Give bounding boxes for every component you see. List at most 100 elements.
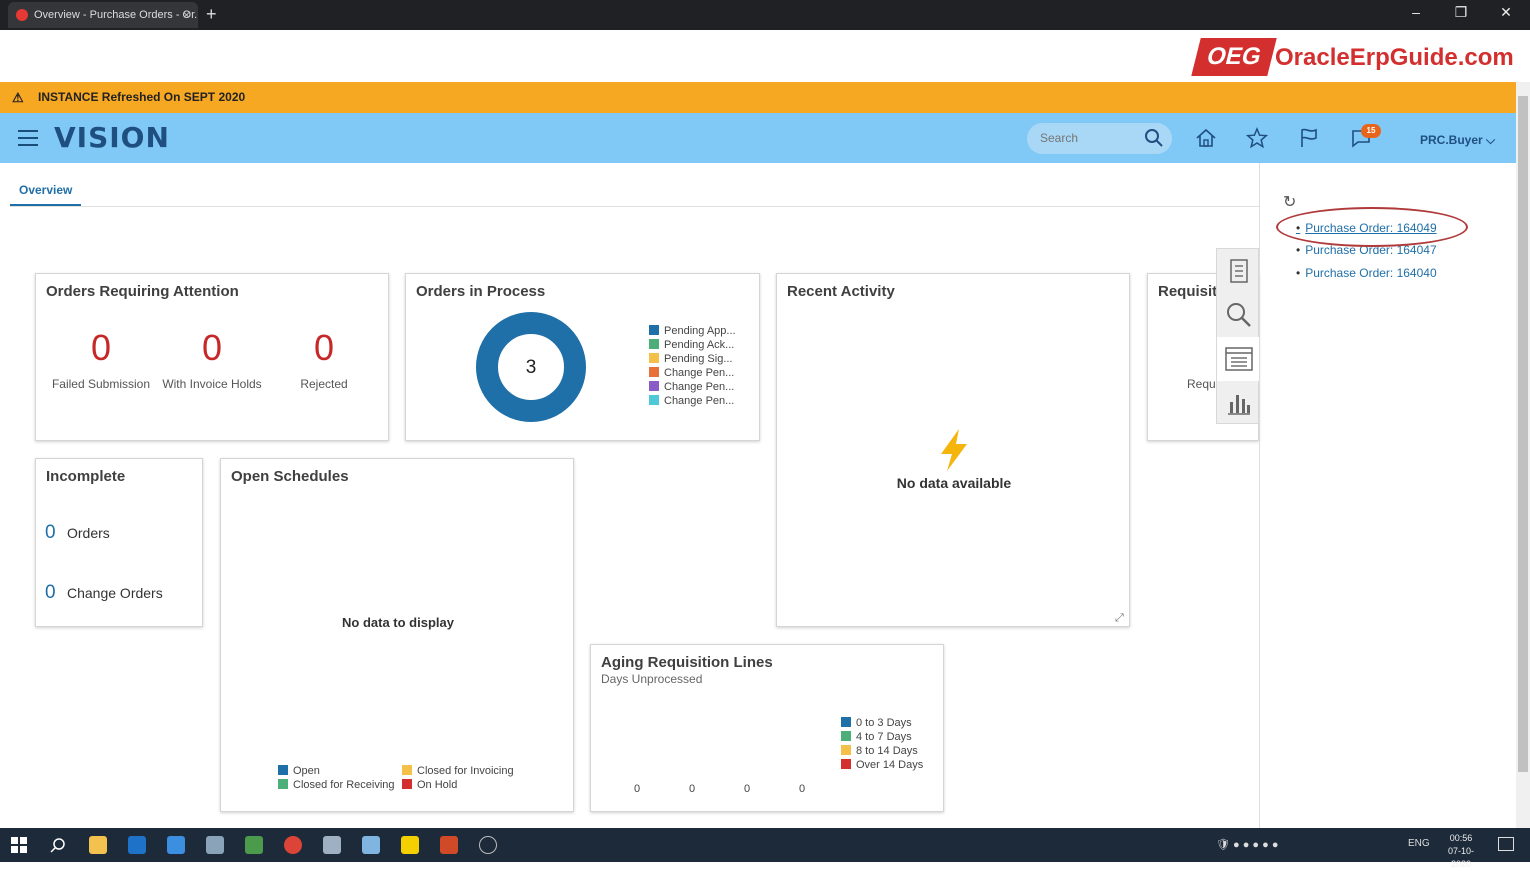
favorites-star-icon[interactable] xyxy=(1246,127,1268,149)
card-title: Incomplete xyxy=(46,468,126,485)
incomplete-change-orders-label: Change Orders xyxy=(67,585,163,601)
no-data-message: No data to display xyxy=(342,615,454,630)
system-tray-icons[interactable]: 🛡 ● ● ● ● ● xyxy=(1216,838,1278,851)
legend-item: Open xyxy=(278,765,320,777)
sticky-notes-icon[interactable] xyxy=(401,836,419,854)
menu-hamburger-icon[interactable] xyxy=(18,130,38,146)
watermark-site: OracleErpGuide.com xyxy=(1275,44,1514,71)
notepad-icon[interactable] xyxy=(245,836,263,854)
legend-item: 8 to 14 Days xyxy=(841,745,918,757)
app-icon[interactable] xyxy=(206,836,224,854)
card-title: Orders in Process xyxy=(416,283,546,300)
recent-item-link[interactable]: Purchase Order: 164040 xyxy=(1296,266,1436,280)
orders-donut-chart[interactable]: 3 xyxy=(476,312,586,422)
incomplete-change-orders-count[interactable]: 0 xyxy=(45,582,56,604)
tab-overview[interactable]: Overview xyxy=(10,175,81,207)
outlook-icon[interactable] xyxy=(128,836,146,854)
legend-item: Pending Ack... xyxy=(649,339,734,351)
card-title: Requisit xyxy=(1158,283,1218,300)
windows-taskbar: 🛡 ● ● ● ● ● ENG 00:56 07-10-2020 xyxy=(0,828,1530,869)
app-header: VISION 15 PRC.Buyer ⌵ xyxy=(0,113,1516,163)
card-title: Orders Requiring Attention xyxy=(46,283,239,300)
bar-chart-icon[interactable] xyxy=(1217,381,1260,425)
watermark-banner: OEG OracleErpGuide.com xyxy=(0,30,1530,82)
clock-time: 00:56 xyxy=(1449,833,1473,843)
open-schedules-card[interactable]: Open Schedules No data to display Open C… xyxy=(220,458,574,812)
windows-start-icon[interactable] xyxy=(11,837,27,853)
orders-requiring-attention-card[interactable]: Orders Requiring Attention 0 Failed Subm… xyxy=(35,273,389,441)
notice-text: INSTANCE Refreshed On SEPT 2020 xyxy=(38,90,246,104)
scrollbar-thumb[interactable] xyxy=(1518,96,1528,772)
language-indicator[interactable]: ENG xyxy=(1408,838,1430,849)
user-name: PRC.Buyer xyxy=(1420,133,1483,147)
incomplete-orders-count[interactable]: 0 xyxy=(45,522,56,544)
requisitions-label: Requ xyxy=(1187,377,1216,391)
app-icon[interactable] xyxy=(323,836,341,854)
browser-titlebar: Overview - Purchase Orders - Or... × + –… xyxy=(0,0,1530,30)
app-icon[interactable] xyxy=(362,836,380,854)
aging-value: 0 xyxy=(744,783,751,795)
file-explorer-icon[interactable] xyxy=(89,836,107,854)
tab-close-icon[interactable]: × xyxy=(183,2,190,28)
orders-in-process-card[interactable]: Orders in Process 3 Pending App... Pendi… xyxy=(405,273,760,441)
invoice-holds-label: With Invoice Holds xyxy=(162,377,262,391)
warning-icon: ⚠ xyxy=(12,90,24,105)
legend-item: Closed for Invoicing xyxy=(402,765,514,777)
document-icon[interactable] xyxy=(1217,249,1260,293)
failed-submission-label: Failed Submission xyxy=(51,377,151,391)
user-menu[interactable]: PRC.Buyer ⌵ xyxy=(1420,133,1495,148)
notifications-center-icon[interactable] xyxy=(1498,837,1514,851)
highlight-annotation xyxy=(1276,207,1468,247)
aging-value: 0 xyxy=(634,783,641,795)
chrome-icon[interactable] xyxy=(284,836,302,854)
card-title: Aging Requisition Lines xyxy=(601,654,773,671)
app-icon[interactable] xyxy=(479,836,497,854)
search-panel-icon[interactable] xyxy=(1217,293,1260,337)
rejected-count[interactable]: 0 xyxy=(274,327,374,369)
legend-item: Closed for Receiving xyxy=(278,779,395,791)
expand-icon[interactable]: ⤢ xyxy=(1115,612,1124,625)
taskbar-search-icon[interactable] xyxy=(50,837,66,853)
browser-tab[interactable]: Overview - Purchase Orders - Or... × xyxy=(8,2,198,28)
aging-requisition-lines-card[interactable]: Aging Requisition Lines Days Unprocessed… xyxy=(590,644,944,812)
home-icon[interactable] xyxy=(1195,127,1217,149)
donut-total-label: 3 xyxy=(526,357,537,378)
browser-tab-title: Overview - Purchase Orders - Or... xyxy=(34,9,198,21)
minimize-button[interactable]: – xyxy=(1396,4,1436,20)
search-icon[interactable] xyxy=(1144,128,1164,148)
panel-drawer-toolbar xyxy=(1216,248,1260,425)
failed-submission-count[interactable]: 0 xyxy=(51,327,151,369)
watchlist-flag-icon[interactable] xyxy=(1298,127,1320,149)
brand-logo[interactable]: VISION xyxy=(54,121,170,154)
panel-divider xyxy=(1259,163,1260,828)
powerpoint-icon[interactable] xyxy=(440,836,458,854)
aging-value: 0 xyxy=(689,783,696,795)
rejected-label: Rejected xyxy=(300,377,348,391)
legend-item: Change Pen... xyxy=(649,367,734,379)
instance-notice-bar: ⚠ INSTANCE Refreshed On SEPT 2020 xyxy=(0,82,1516,113)
tab-divider xyxy=(10,206,1260,207)
list-view-icon[interactable] xyxy=(1217,337,1260,381)
legend-item: Change Pen... xyxy=(649,395,734,407)
clock[interactable]: 00:56 07-10-2020 xyxy=(1438,832,1484,871)
chevron-down-icon: ⌵ xyxy=(1486,133,1496,147)
aging-value: 0 xyxy=(799,783,806,795)
refresh-icon[interactable]: ↻ xyxy=(1283,192,1296,212)
legend-item: Change Pen... xyxy=(649,381,734,393)
no-data-message: No data available xyxy=(896,475,1012,491)
mail-icon[interactable] xyxy=(167,836,185,854)
legend-item: Over 14 Days xyxy=(841,759,923,771)
card-subtitle: Days Unprocessed xyxy=(601,672,703,686)
lightning-icon xyxy=(941,429,967,471)
new-tab-button[interactable]: + xyxy=(206,4,217,24)
legend-item: Pending Sig... xyxy=(649,353,733,365)
page-scrollbar[interactable] xyxy=(1516,82,1530,828)
legend-item: 4 to 7 Days xyxy=(841,731,912,743)
recent-activity-card[interactable]: Recent Activity No data available ⤢ xyxy=(776,273,1130,627)
window-close-button[interactable]: ✕ xyxy=(1486,4,1526,21)
clock-date: 07-10-2020 xyxy=(1447,846,1474,869)
restore-button[interactable]: ❐ xyxy=(1441,4,1481,21)
invoice-holds-count[interactable]: 0 xyxy=(162,327,262,369)
legend-item: On Hold xyxy=(402,779,457,791)
incomplete-card[interactable]: Incomplete 0 Orders 0 Change Orders xyxy=(35,458,203,627)
